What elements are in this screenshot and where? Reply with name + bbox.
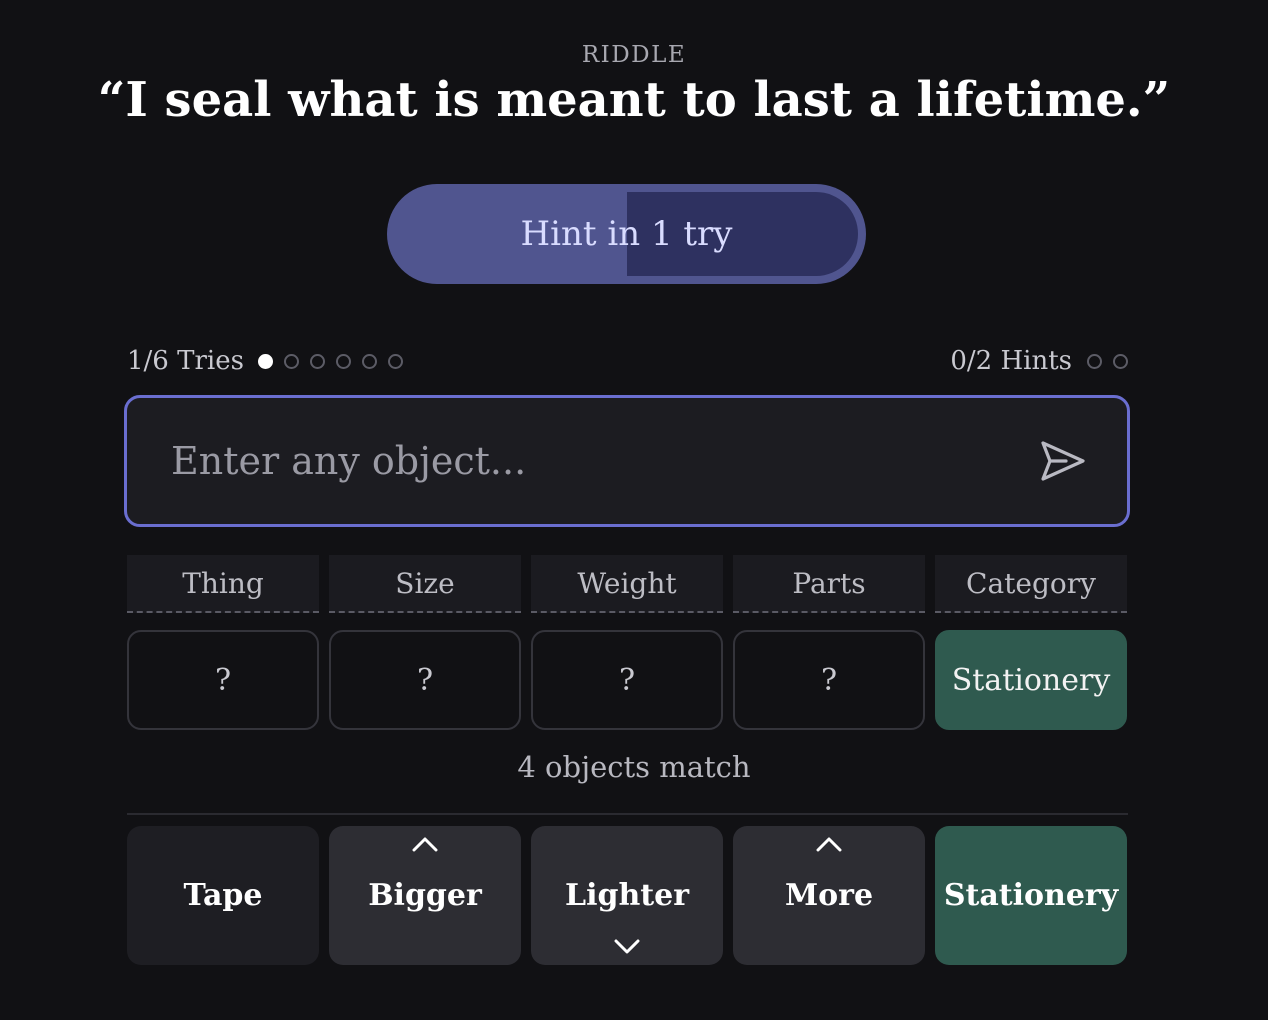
column-header-category: Category <box>935 555 1127 613</box>
clue-thing: ? <box>127 630 319 730</box>
guess-thing: Tape <box>127 826 319 965</box>
hints-dots <box>1076 353 1128 369</box>
tries-counter: 1/6 Tries <box>127 346 414 376</box>
guess-thing-label: Tape <box>183 878 263 913</box>
chevron-down-icon <box>531 939 723 955</box>
riddle-text: “I seal what is meant to last a lifetime… <box>97 72 1171 128</box>
try-dot <box>361 353 377 369</box>
game-screen: RIDDLE “I seal what is meant to last a l… <box>0 0 1268 1020</box>
send-icon <box>1041 441 1085 481</box>
chevron-up-icon <box>329 836 521 852</box>
chevron-up-icon <box>733 836 925 852</box>
guess-category-label: Stationery <box>943 878 1119 913</box>
riddle-label: RIDDLE <box>581 42 687 68</box>
try-dot <box>309 353 325 369</box>
clue-weight: ? <box>531 630 723 730</box>
hint-dot <box>1087 353 1102 369</box>
guess-input[interactable] <box>127 397 1023 525</box>
clue-parts: ? <box>733 630 925 730</box>
try-dot <box>387 353 403 369</box>
column-header-size: Size <box>329 555 521 613</box>
guess-parts: More <box>733 826 925 965</box>
hint-dot <box>1113 353 1128 369</box>
column-header-thing: Thing <box>127 555 319 613</box>
column-header-weight: Weight <box>531 555 723 613</box>
clue-category: Stationery <box>935 630 1127 730</box>
column-header-parts: Parts <box>733 555 925 613</box>
guess-parts-label: More <box>784 878 874 913</box>
hints-counter: 0/2 Hints <box>950 346 1128 376</box>
tries-label: 1/6 Tries <box>127 346 244 376</box>
send-button[interactable] <box>1023 421 1103 501</box>
divider <box>127 813 1128 815</box>
tries-dots <box>257 353 414 369</box>
hint-button-label: Hint in 1 try <box>520 214 733 254</box>
clue-size: ? <box>329 630 521 730</box>
try-dot <box>283 353 299 369</box>
try-dot <box>257 353 273 369</box>
try-dot <box>335 353 351 369</box>
hint-button[interactable]: Hint in 1 try <box>387 184 866 284</box>
status-row: 1/6 Tries 0/2 Hints <box>127 344 1128 378</box>
guess-size: Bigger <box>329 826 521 965</box>
guess-box <box>124 395 1130 527</box>
guess-category: Stationery <box>935 826 1127 965</box>
match-count: 4 objects match <box>517 750 751 784</box>
guess-weight: Lighter <box>531 826 723 965</box>
guess-size-label: Bigger <box>368 878 482 913</box>
guess-weight-label: Lighter <box>564 878 690 913</box>
hints-label: 0/2 Hints <box>950 346 1072 376</box>
